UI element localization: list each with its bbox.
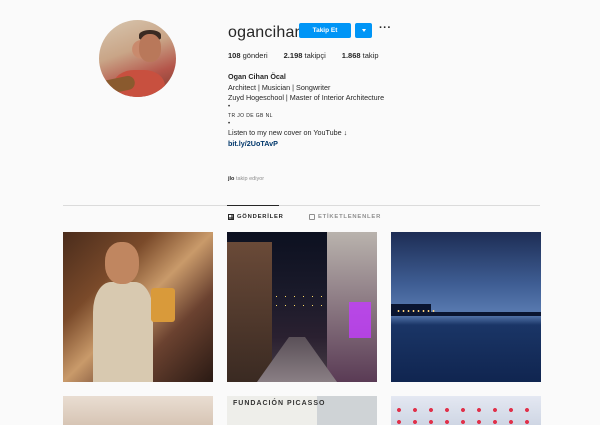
tabs-divider: [63, 205, 540, 206]
post-thumbnail[interactable]: [63, 396, 213, 425]
chevron-down-icon: [361, 29, 366, 32]
photo-sign-text: FUNDACIÓN PICASSO: [233, 400, 326, 407]
photo-shoreline: [391, 312, 541, 316]
bio-bullet: •: [228, 121, 231, 127]
photo-neon-sign: [349, 302, 371, 338]
followed-by-user: jlo: [228, 176, 235, 182]
photo-person: [93, 282, 153, 382]
following-count: 1.868: [341, 51, 361, 60]
bio-cta: Listen to my new cover on YouTube ↓: [228, 128, 348, 137]
follow-button[interactable]: Takip Et: [299, 23, 351, 38]
avatar-head: [139, 34, 161, 62]
tab-tagged[interactable]: ETİKETLENENLER: [309, 214, 381, 220]
stat-posts: 108 gönderi: [228, 51, 268, 60]
stat-following[interactable]: 1.868 takip: [342, 51, 379, 60]
full-name: Ogan Cihan Öcal: [228, 72, 286, 81]
photo-building: [227, 242, 272, 382]
profile-bio: Ogan Cihan Öcal Architect | Musician | S…: [228, 72, 384, 149]
profile-username: ogancihan: [228, 24, 304, 41]
tab-posts-label: GÖNDERİLER: [237, 214, 284, 220]
bio-link[interactable]: bit.ly/2UoTAvP: [228, 139, 384, 150]
bio-bullet: •: [228, 103, 231, 110]
bio-line-2: Zuyd Hogeschool | Master of Interior Arc…: [228, 93, 385, 102]
photo-beer-glass: [151, 288, 175, 322]
bio-line-1: Architect | Musician | Songwriter: [228, 82, 331, 92]
more-options-icon[interactable]: ···: [379, 22, 392, 34]
tab-tagged-label: ETİKETLENENLER: [318, 214, 382, 220]
followed-by[interactable]: jlo takip ediyor: [228, 176, 264, 182]
grid-icon: [228, 214, 234, 220]
post-thumbnail[interactable]: [63, 232, 213, 382]
post-thumbnail[interactable]: [391, 396, 541, 425]
followers-count: 2.198: [283, 51, 303, 60]
post-thumbnail[interactable]: FUNDACIÓN PICASSO: [227, 396, 377, 425]
photo-flowers: [391, 404, 541, 425]
bio-flags: TR JO DE GB NL: [228, 112, 273, 119]
followed-by-text: takip ediyor: [235, 176, 265, 182]
stat-followers[interactable]: 2.198 takipçi: [284, 51, 326, 60]
profile-stats: 108 gönderi 2.198 takipçi 1.868 takip: [228, 51, 395, 60]
photo-string-lights: [272, 292, 327, 312]
posts-label: gönderi: [242, 51, 268, 60]
suggestions-dropdown-button[interactable]: [355, 23, 372, 38]
following-label: takip: [362, 51, 379, 60]
tag-icon: [309, 214, 315, 220]
photo-harbor-lights: [396, 310, 436, 312]
post-thumbnail[interactable]: [391, 232, 541, 382]
photo-face: [105, 242, 139, 284]
post-thumbnail[interactable]: [227, 232, 377, 382]
followers-label: takipçi: [304, 51, 326, 60]
posts-count: 108: [228, 51, 241, 60]
profile-avatar[interactable]: [99, 20, 176, 97]
tab-posts[interactable]: GÖNDERİLER: [227, 205, 284, 220]
